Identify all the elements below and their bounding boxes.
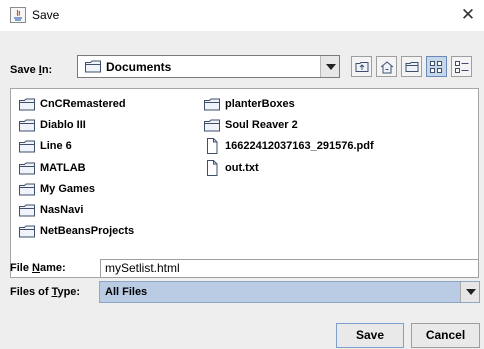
file-list-item[interactable]: NasNavi: [19, 201, 83, 219]
file-name-input[interactable]: mySetlist.html: [100, 259, 479, 278]
new-folder-button[interactable]: [401, 56, 422, 77]
window-title: Save: [32, 8, 60, 22]
file-list-item[interactable]: My Games: [19, 180, 95, 198]
folder-icon: [19, 98, 35, 110]
file-list-item[interactable]: 16622412037163_291576.pdf: [204, 137, 374, 155]
file-list-item-label: Diablo III: [40, 119, 86, 131]
file-list-item-label: planterBoxes: [225, 98, 295, 110]
home-button[interactable]: [376, 56, 397, 77]
up-one-level-button[interactable]: [351, 56, 372, 77]
file-list-item-label: My Games: [40, 183, 96, 195]
file-type-label: Files of Type:: [10, 286, 81, 298]
up-one-level-icon: [355, 62, 369, 72]
folder-icon: [204, 98, 220, 110]
folder-icon: [204, 119, 220, 131]
file-list-item-label: MATLAB: [40, 162, 86, 174]
file-type-value: All Files: [105, 286, 148, 298]
file-icon: [207, 138, 218, 154]
file-type-dropdown[interactable]: All Files: [99, 281, 480, 303]
save-button[interactable]: Save: [336, 323, 404, 348]
file-icon: [207, 160, 218, 176]
title-bar: Save ✕: [0, 0, 484, 31]
details-view-icon: [455, 61, 469, 73]
save-in-dropdown-arrow[interactable]: [320, 56, 339, 77]
file-list-item[interactable]: CnCRemastered: [19, 95, 126, 113]
file-list-item[interactable]: Soul Reaver 2: [204, 116, 298, 134]
file-list-item[interactable]: MATLAB: [19, 159, 86, 177]
file-list-item[interactable]: out.txt: [204, 159, 259, 177]
file-list-item-label: 16622412037163_291576.pdf: [225, 140, 374, 152]
save-in-dropdown[interactable]: Documents: [77, 55, 340, 78]
dialog-body: Save In: Documents CnCRemastered Diablo …: [0, 31, 484, 349]
file-list-item[interactable]: NetBeansProjects: [19, 222, 134, 240]
file-list-item-label: CnCRemastered: [40, 98, 126, 110]
folder-icon: [19, 225, 35, 237]
file-list-item[interactable]: Line 6: [19, 137, 72, 155]
close-icon: ✕: [460, 5, 476, 24]
file-list-item-label: Soul Reaver 2: [225, 119, 298, 131]
list-view-button[interactable]: [426, 56, 447, 77]
save-in-value: Documents: [106, 60, 172, 74]
folder-icon: [19, 119, 35, 131]
file-type-dropdown-arrow[interactable]: [460, 282, 479, 302]
close-button[interactable]: ✕: [456, 4, 480, 26]
details-view-button[interactable]: [451, 56, 472, 77]
save-in-label: Save In:: [10, 64, 53, 76]
folder-icon: [19, 140, 35, 152]
file-list-item-label: out.txt: [225, 162, 259, 174]
file-list-item-label: Line 6: [40, 140, 72, 152]
java-app-icon: [10, 7, 26, 23]
folder-icon: [19, 183, 35, 195]
list-view-icon: [430, 61, 442, 73]
folder-icon: [19, 204, 35, 216]
file-list-item-label: NasNavi: [40, 204, 84, 216]
folder-icon: [85, 60, 101, 73]
file-list-item-label: NetBeansProjects: [40, 225, 135, 237]
cancel-button[interactable]: Cancel: [411, 323, 480, 348]
file-list-item[interactable]: Diablo III: [19, 116, 86, 134]
folder-icon: [19, 162, 35, 174]
file-list-item[interactable]: planterBoxes: [204, 95, 295, 113]
file-list[interactable]: CnCRemastered Diablo III Line 6 MATLAB M…: [10, 88, 479, 278]
home-icon: [380, 61, 394, 74]
file-name-label: File Name:: [10, 262, 66, 274]
new-folder-icon: [405, 62, 419, 72]
